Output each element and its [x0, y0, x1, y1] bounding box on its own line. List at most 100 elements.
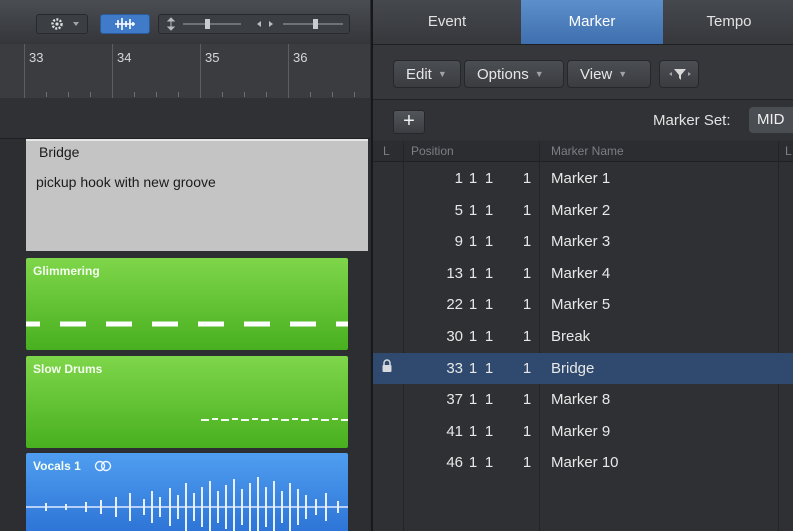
- position-bar: 5: [454, 201, 463, 219]
- column-header-position[interactable]: Position: [411, 144, 454, 158]
- options-menu-button[interactable]: Options ▼: [464, 60, 564, 88]
- marker-name: Bridge: [551, 359, 595, 377]
- marker-region-bridge[interactable]: Bridge pickup hook with new groove: [26, 139, 368, 251]
- position-tick: 1: [522, 201, 532, 219]
- position-bar: 9: [454, 233, 463, 251]
- position-beat: 1: [468, 328, 478, 345]
- position-tick: 1: [522, 264, 532, 282]
- ruler-bar-number: 33: [29, 50, 44, 65]
- position-division: 1: [484, 391, 494, 409]
- position-division: 1: [484, 296, 494, 314]
- position-beat: 1: [468, 264, 478, 282]
- marker-row[interactable]: 9 1 1 1 Marker 3: [373, 226, 793, 257]
- tab-tempo[interactable]: Tempo: [663, 0, 793, 44]
- waveform-icon: [115, 18, 135, 30]
- marker-row[interactable]: 30 1 1 1 Break: [373, 321, 793, 352]
- chevron-down-icon: ▼: [534, 69, 544, 79]
- position-tick: 1: [522, 233, 532, 251]
- lock-icon[interactable]: [381, 358, 393, 377]
- position-tick: 1: [522, 359, 532, 377]
- marker-name: Marker 8: [551, 391, 611, 409]
- marker-row[interactable]: 1 1 1 1 Marker 1: [373, 163, 793, 194]
- gear-icon: [51, 18, 79, 30]
- position-beat: 1: [468, 391, 478, 409]
- midi-notes: [26, 321, 348, 327]
- ruler-bar-number: 36: [293, 50, 308, 65]
- add-marker-button[interactable]: +: [393, 110, 425, 134]
- drum-notes: [201, 418, 348, 421]
- ruler-bar-number: 34: [117, 50, 132, 65]
- position-division: 1: [484, 233, 494, 251]
- chevron-down-icon: ▼: [618, 69, 628, 79]
- position-beat: 1: [468, 296, 478, 314]
- marker-name: Marker 9: [551, 422, 611, 440]
- marker-list-header: L Position Marker Name L: [373, 141, 793, 162]
- vertical-zoom-slider-knob[interactable]: [205, 19, 210, 29]
- position-division: 1: [484, 359, 494, 377]
- ruler-bar-number: 35: [205, 50, 220, 65]
- marker-name: Marker 4: [551, 264, 611, 282]
- marker-row[interactable]: 22 1 1 1 Marker 5: [373, 289, 793, 320]
- region-slow-drums[interactable]: Slow Drums: [26, 356, 348, 448]
- region-glimmering[interactable]: Glimmering: [26, 258, 348, 350]
- position-tick: 1: [522, 296, 532, 314]
- bar-ruler[interactable]: 33 34 35 36: [0, 44, 370, 99]
- tab-event[interactable]: Event: [373, 0, 521, 44]
- marker-row[interactable]: 41 1 1 1 Marker 9: [373, 416, 793, 447]
- filter-icon: [669, 69, 691, 80]
- marker-name: Break: [551, 328, 591, 345]
- marker-set-select[interactable]: MID: [749, 107, 793, 133]
- position-bar: 33: [446, 359, 463, 377]
- marker-lane[interactable]: [0, 98, 370, 139]
- marker-row[interactable]: 37 1 1 1 Marker 8: [373, 384, 793, 415]
- position-bar: 41: [446, 422, 463, 440]
- marker-region-title: Bridge: [39, 144, 80, 160]
- column-header-lock[interactable]: L: [383, 144, 390, 158]
- horizontal-zoom-icon: [257, 21, 273, 27]
- marker-set-label: Marker Set:: [653, 112, 731, 129]
- horizontal-zoom-slider-knob[interactable]: [313, 19, 318, 29]
- vertical-zoom-icon: [166, 17, 176, 31]
- tracks-area: 33 34 35 36 Bridge pickup hook with new …: [0, 0, 370, 531]
- marker-row[interactable]: 13 1 1 1 Marker 4: [373, 258, 793, 289]
- marker-name: Marker 5: [551, 296, 611, 314]
- position-division: 1: [484, 201, 494, 219]
- marker-row[interactable]: 33 1 1 1 Bridge: [373, 352, 793, 384]
- marker-list-editor: Event Marker Tempo Edit ▼ Options ▼ View ▼ …: [371, 0, 793, 531]
- marker-name: Marker 10: [551, 454, 619, 472]
- tracks-toolbar: [0, 0, 370, 45]
- marker-name: Marker 3: [551, 233, 611, 251]
- waveform-zoom-button[interactable]: [100, 14, 150, 34]
- tab-marker[interactable]: Marker: [521, 0, 663, 44]
- marker-set-bar: + Marker Set: MID: [373, 100, 793, 140]
- marker-name: Marker 1: [551, 170, 611, 187]
- chevron-down-icon: ▼: [437, 69, 447, 79]
- position-bar: 22: [446, 296, 463, 314]
- position-tick: 1: [522, 422, 532, 440]
- position-bar: 37: [446, 391, 463, 409]
- position-division: 1: [484, 264, 494, 282]
- position-beat: 1: [468, 233, 478, 251]
- position-tick: 1: [522, 391, 532, 409]
- position-beat: 1: [468, 201, 478, 219]
- position-tick: 1: [522, 328, 532, 345]
- position-division: 1: [484, 170, 494, 187]
- marker-region-text: pickup hook with new groove: [36, 174, 216, 190]
- filter-button[interactable]: [659, 60, 699, 88]
- marker-name: Marker 2: [551, 201, 611, 219]
- position-bar: 46: [446, 454, 463, 472]
- column-header-marker-name[interactable]: Marker Name: [551, 144, 624, 158]
- settings-menu-button[interactable]: [36, 14, 88, 34]
- list-editor-menubar: Edit ▼ Options ▼ View ▼: [373, 45, 793, 100]
- column-header-length[interactable]: L: [785, 144, 792, 158]
- position-division: 1: [484, 422, 494, 440]
- position-beat: 1: [468, 359, 478, 377]
- marker-row[interactable]: 5 1 1 1 Marker 2: [373, 195, 793, 226]
- region-vocals-1[interactable]: Vocals 1: [26, 453, 348, 531]
- edit-menu-button[interactable]: Edit ▼: [393, 60, 461, 88]
- view-menu-button[interactable]: View ▼: [567, 60, 651, 88]
- position-bar: 30: [446, 328, 463, 345]
- zoom-sliders[interactable]: [158, 14, 350, 34]
- position-beat: 1: [468, 454, 478, 472]
- marker-row[interactable]: 46 1 1 1 Marker 10: [373, 447, 793, 478]
